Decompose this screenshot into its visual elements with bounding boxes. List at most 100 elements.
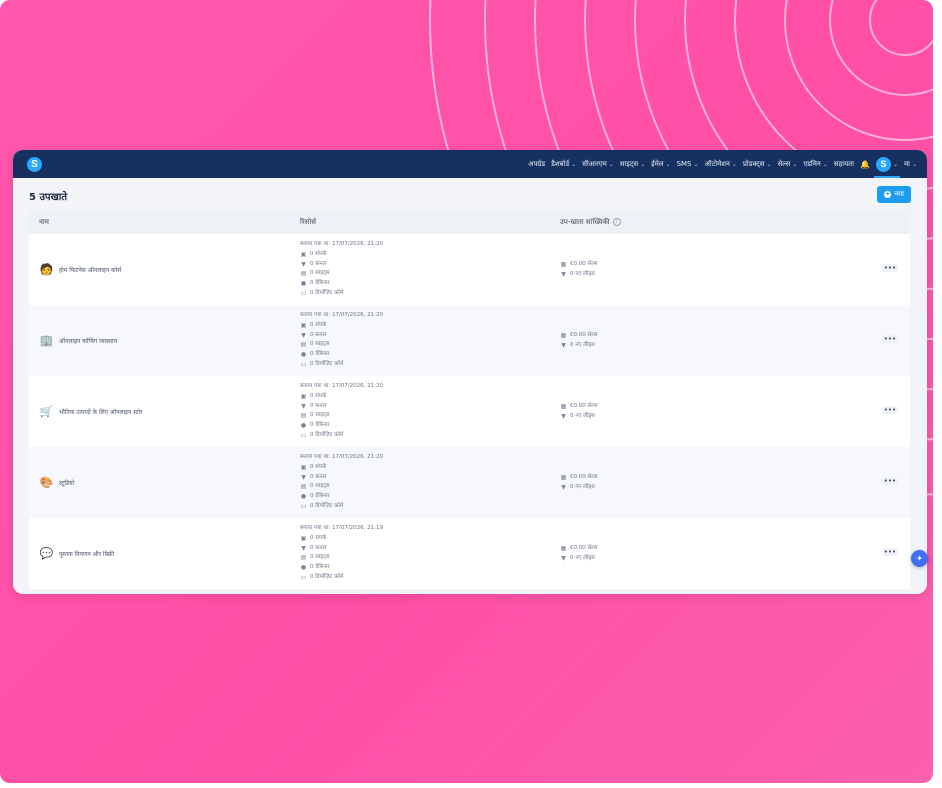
revenue-value: €0.00 सेल्स	[570, 403, 598, 409]
funnel-icon: ▼	[561, 412, 566, 420]
table-row[interactable]: 🛒 भौतिक उत्पादों के लिए ऑनलाइन स्टोर बना…	[29, 376, 910, 447]
ellipsis-icon: •••	[883, 477, 897, 485]
stats-cell: ▦ €0.00 सेल्स ▼ 0 नए लीड्स	[560, 331, 598, 351]
webinar-icon: ●	[300, 564, 307, 572]
subaccount-name: होम फिटनेस ऑनलाइन कोर्स	[59, 266, 122, 274]
resources-cell: बनाया गया था: 17/07/2026, 21:20 ▣ 0 संपर्…	[300, 382, 383, 441]
webinars-count: 0 वेबिनार	[310, 351, 330, 358]
nav-item-sites[interactable]: साइट्स ⌄	[620, 160, 645, 169]
more-options-button[interactable]: •••	[882, 406, 898, 414]
chevron-down-icon: ⌄	[571, 160, 577, 168]
more-options-button[interactable]: •••	[882, 335, 898, 343]
ellipsis-icon: •••	[883, 548, 897, 556]
ellipsis-icon: •••	[883, 335, 897, 343]
nav-item-dashboard[interactable]: डैशबोर्ड ⌄	[551, 160, 576, 169]
funnel-icon: ▼	[561, 483, 566, 491]
funnel-icon: ▼	[301, 544, 306, 552]
table-row[interactable]: 🏢 ऑनलाइन कोचिंग व्यवसाय बनाया गया था: 17…	[29, 305, 910, 376]
sites-count: 0 साइट्स	[310, 341, 330, 348]
nav-item-products[interactable]: प्रोडक्ट्स ⌄	[743, 160, 772, 169]
table-row[interactable]: 🧑 होम फिटनेस ऑनलाइन कोर्स बनाया गया था: …	[29, 234, 910, 305]
contacts-count: 0 संपर्क	[310, 392, 327, 399]
subaccount-name-cell[interactable]: 🧑 होम फिटनेस ऑनलाइन कोर्स	[39, 234, 122, 305]
revenue-value: €0.00 सेल्स	[570, 474, 598, 480]
subaccount-name-cell[interactable]: 🎨 स्टूडियो	[39, 447, 75, 518]
column-header-resources[interactable]: रिसोर्स	[300, 218, 316, 227]
resources-cell: बनाया गया था: 17/07/2026, 21:20 ▣ 0 संपर्…	[300, 311, 383, 370]
table-row[interactable]: 🎨 स्टूडियो बनाया गया था: 17/07/2026, 21:…	[29, 447, 910, 518]
table-body: 🧑 होम फिटनेस ऑनलाइन कोर्स बनाया गया था: …	[29, 234, 910, 589]
chevron-down-icon: ⌄	[766, 160, 772, 168]
stats-cell: ▦ €0.00 सेल्स ▼ 0 नए लीड्स	[560, 473, 598, 493]
created-date: बनाया गया था: 17/07/2026, 21:19	[300, 525, 384, 531]
webinars-count: 0 वेबिनार	[310, 422, 330, 429]
subaccount-name: पुस्तक विपणन और बिक्री	[59, 550, 115, 558]
building-icon: 🏢	[39, 334, 54, 347]
page-header: 5 उपखाते + नया	[13, 178, 927, 210]
ai-assistant-button[interactable]: ✦	[911, 550, 928, 567]
contacts-icon: ▣	[300, 250, 307, 258]
sites-count: 0 साइट्स	[310, 483, 330, 490]
column-header-name[interactable]: नाम	[39, 218, 49, 227]
leads-value: 0 नए लीड्स	[570, 554, 595, 561]
forms-count: 0 डिपॉज़िट फ़ॉर्म	[310, 360, 344, 367]
subaccount-name-cell[interactable]: 🏢 ऑनलाइन कोचिंग व्यवसाय	[39, 305, 117, 376]
more-options-button[interactable]: •••	[882, 548, 898, 556]
column-header-stats[interactable]: उप-खाता सांख्यिकी i	[560, 218, 621, 227]
contacts-icon: ▣	[300, 321, 307, 329]
ellipsis-icon: •••	[883, 264, 897, 272]
sites-count: 0 साइट्स	[310, 554, 330, 561]
nav-item-help[interactable]: सहायता	[834, 160, 854, 169]
language-menu[interactable]: मा ⌄	[904, 160, 917, 169]
webinars-count: 0 वेबिनार	[310, 280, 330, 287]
top-navbar: S अपग्रेड डैशबोर्ड ⌄ सीआरएम ⌄ साइट्स ⌄ ईमेल…	[13, 150, 927, 178]
nav-item-sales[interactable]: सेल्स ⌄	[778, 160, 798, 169]
subaccount-name: भौतिक उत्पादों के लिए ऑनलाइन स्टोर	[59, 408, 143, 416]
nav-item-upgrade[interactable]: अपग्रेड	[528, 160, 545, 169]
contacts-icon: ▣	[300, 392, 307, 400]
funnels-count: 0 फ़नल	[310, 260, 327, 267]
nav-item-automation[interactable]: ऑटोमेशन ⌄	[705, 160, 737, 169]
bell-icon[interactable]: 🔔	[860, 160, 870, 169]
logo[interactable]: S	[27, 156, 42, 172]
created-date: बनाया गया था: 17/07/2026, 21:20	[300, 383, 384, 389]
form-icon: ▭	[300, 502, 307, 510]
new-subaccount-button[interactable]: + नया	[877, 186, 911, 203]
funnels-count: 0 फ़नल	[310, 402, 327, 409]
info-icon[interactable]: i	[612, 218, 621, 226]
more-options-button[interactable]: •••	[882, 477, 898, 485]
studio-icon: 🎨	[39, 476, 54, 489]
funnel-icon: ▼	[301, 473, 306, 481]
subaccount-name-cell[interactable]: 🛒 भौतिक उत्पादों के लिए ऑनलाइन स्टोर	[39, 376, 143, 447]
nav-item-admin[interactable]: एडमिन ⌄	[803, 160, 828, 169]
created-date: बनाया गया था: 17/07/2026, 21:20	[300, 454, 384, 460]
created-date: बनाया गया था: 17/07/2026, 21:20	[300, 241, 384, 247]
more-options-button[interactable]: •••	[882, 264, 898, 272]
webinar-icon: ●	[300, 351, 307, 359]
funnel-icon: ▼	[301, 331, 306, 339]
funnels-count: 0 फ़नल	[310, 473, 327, 480]
plant-person-icon: 🧑	[39, 263, 54, 276]
resources-cell: बनाया गया था: 17/07/2026, 21:20 ▣ 0 संपर्…	[300, 453, 383, 512]
leads-value: 0 नए लीड्स	[570, 412, 595, 419]
nav-item-email[interactable]: ईमेल ⌄	[651, 160, 670, 169]
chevron-down-icon: ⌄	[822, 160, 828, 168]
leads-value: 0 नए लीड्स	[570, 270, 595, 277]
nav-menu: अपग्रेड डैशबोर्ड ⌄ सीआरएम ⌄ साइट्स ⌄ ईमेल ⌄ …	[528, 156, 917, 178]
sites-icon: ▤	[300, 554, 307, 562]
account-menu[interactable]: S ⌄	[873, 156, 900, 178]
revenue-icon: ▦	[560, 545, 567, 552]
table-row[interactable]: 💬 पुस्तक विपणन और बिक्री बनाया गया था: 1…	[29, 518, 910, 589]
webinar-icon: ●	[300, 280, 307, 288]
subaccounts-table: नाम रिसोर्स उप-खाता सांख्यिकी i 🧑 होम फि…	[29, 210, 910, 589]
nav-item-crm[interactable]: सीआरएम ⌄	[582, 160, 614, 169]
subaccount-name-cell[interactable]: 💬 पुस्तक विपणन और बिक्री	[39, 518, 115, 589]
stats-cell: ▦ €0.00 सेल्स ▼ 0 नए लीड्स	[560, 260, 598, 280]
form-icon: ▭	[300, 289, 307, 297]
chevron-down-icon: ⌄	[608, 160, 614, 168]
avatar: S	[875, 156, 891, 172]
created-date: बनाया गया था: 17/07/2026, 21:20	[300, 312, 384, 318]
revenue-value: €0.00 सेल्स	[570, 332, 598, 338]
forms-count: 0 डिपॉज़िट फ़ॉर्म	[310, 573, 344, 580]
nav-item-sms[interactable]: SMS ⌄	[677, 160, 699, 168]
